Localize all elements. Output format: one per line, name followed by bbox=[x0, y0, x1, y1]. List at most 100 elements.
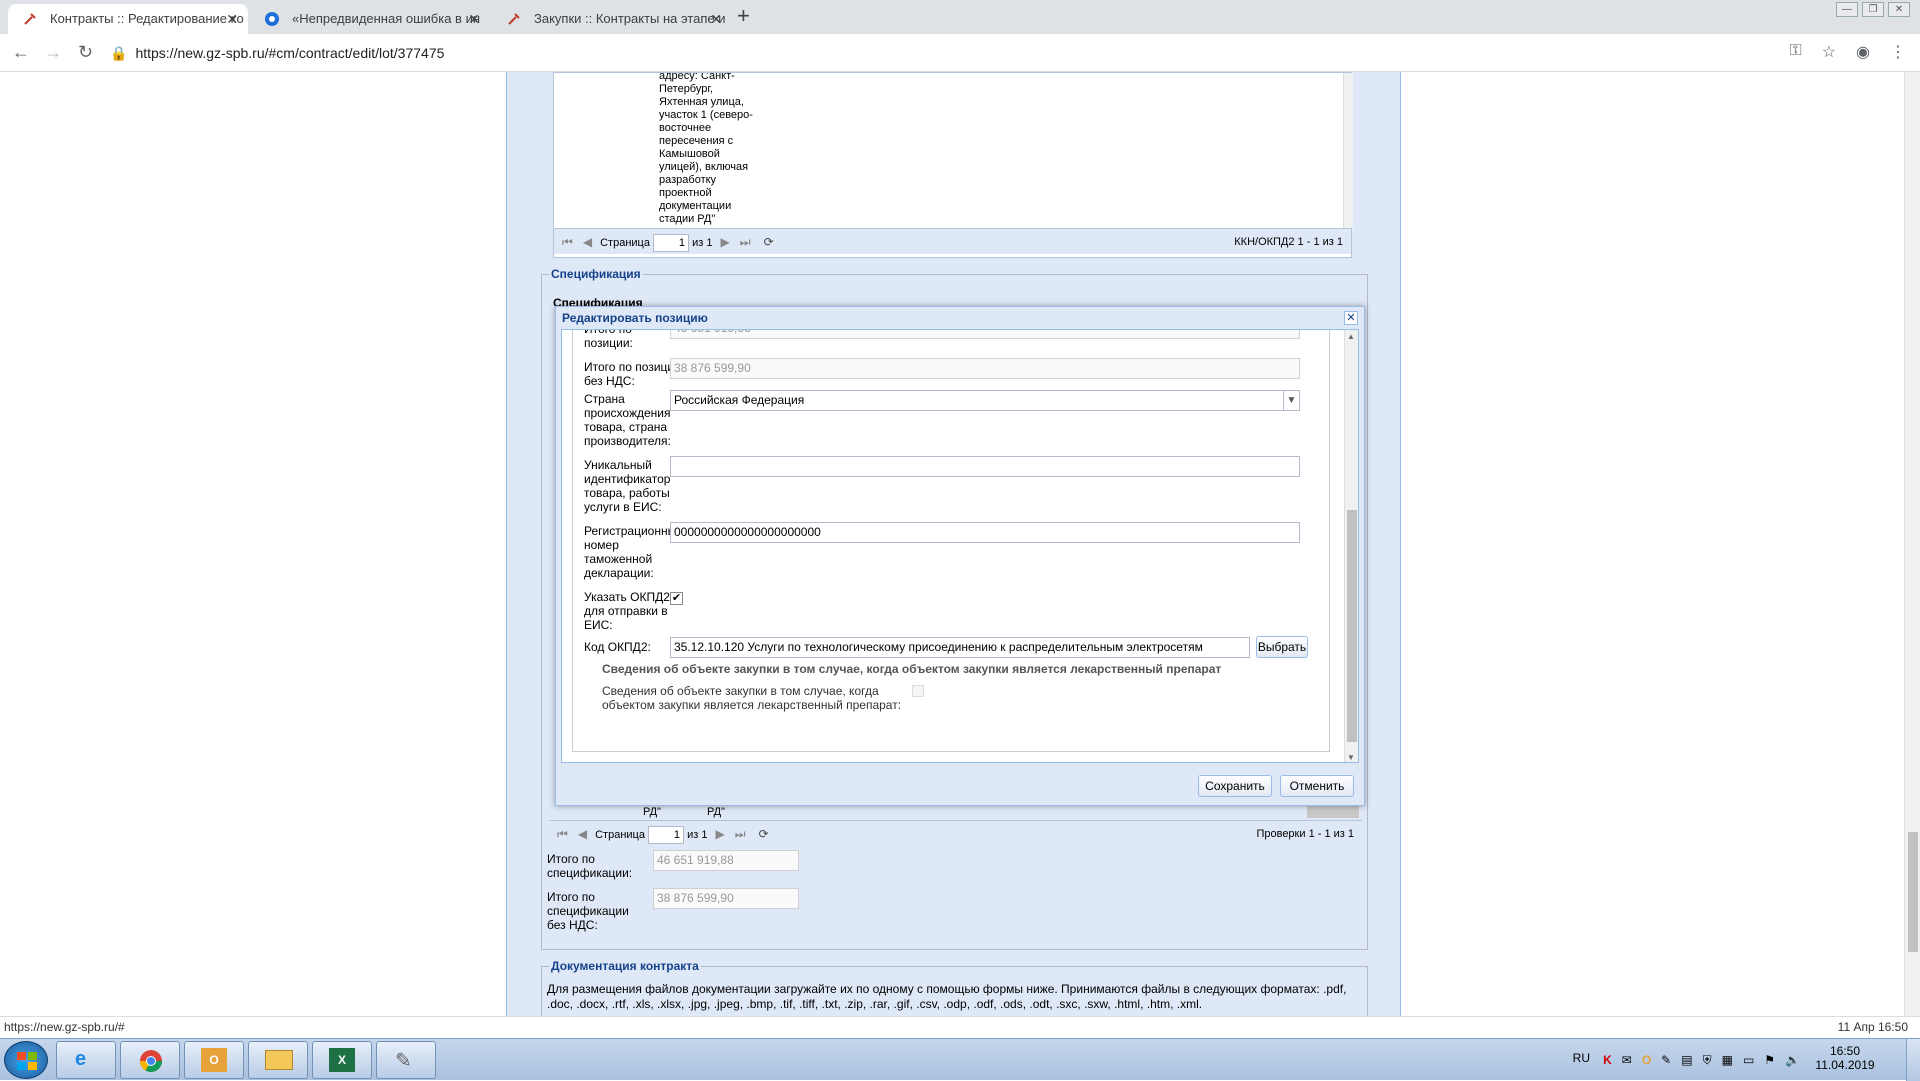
close-icon[interactable]: ✕ bbox=[710, 4, 722, 34]
prev-page-icon[interactable]: ◀ bbox=[578, 821, 587, 847]
show-desktop-button[interactable] bbox=[1906, 1039, 1920, 1081]
last-page-icon[interactable]: ⏭ bbox=[735, 821, 746, 847]
excel-taskbar-button[interactable]: X bbox=[312, 1041, 372, 1079]
country-label: Страна происхождения товара, страна прои… bbox=[584, 392, 671, 448]
last-page-icon[interactable]: ⏭ bbox=[740, 229, 751, 255]
browser-toolbar: ← → ↻ 🔒 https://new.gz-spb.ru/#cm/contrac… bbox=[0, 34, 1920, 72]
start-button[interactable] bbox=[4, 1041, 48, 1079]
globe-icon bbox=[265, 12, 279, 26]
okpd-grid-body: адресу: Санкт- Петербург, Яхтенная улица, у… bbox=[554, 73, 1353, 228]
tool-taskbar-button[interactable]: ✎ bbox=[376, 1041, 436, 1079]
minimize-icon[interactable]: — bbox=[1836, 2, 1858, 17]
cell-text-line: участок 1 (северо- bbox=[659, 109, 753, 121]
uid-input[interactable] bbox=[670, 456, 1300, 477]
tab-unexpected-error[interactable]: «Непредвиденная ошибка в ин ✕ bbox=[250, 4, 490, 34]
pager-summary: Проверки 1 - 1 из 1 bbox=[1256, 828, 1354, 840]
tray-icons: K ✉ O ✎ ▤ ⛨ ▦ ▭ ⚑ 🔈 bbox=[1603, 1053, 1800, 1068]
outlook-tray-icon[interactable]: O bbox=[1642, 1053, 1651, 1068]
account-icon[interactable]: ◉ bbox=[1856, 42, 1870, 62]
chevron-down-icon[interactable]: ▼ bbox=[1283, 391, 1299, 410]
explorer-taskbar-button[interactable] bbox=[248, 1041, 308, 1079]
restore-icon[interactable]: ❐ bbox=[1862, 2, 1884, 17]
total-wo-vat-label: Итого по позиции без НДС: bbox=[584, 360, 681, 388]
spec-total-wo-vat-field: 38 876 599,90 bbox=[653, 888, 799, 909]
cell-text-line: восточнее bbox=[659, 122, 712, 134]
first-page-icon[interactable]: ⏮ bbox=[557, 821, 568, 847]
scroll-down-icon[interactable]: ▼ bbox=[1347, 753, 1355, 762]
refresh-icon[interactable]: ⟳ bbox=[759, 821, 769, 847]
volume-icon[interactable]: 🔈 bbox=[1785, 1053, 1800, 1068]
customs-input[interactable]: 0000000000000000000000 bbox=[670, 522, 1300, 543]
excel-icon: X bbox=[329, 1048, 355, 1072]
tab-title: Закупки :: Контракты на этапе и bbox=[534, 11, 726, 26]
behind-cell: РД" bbox=[707, 806, 725, 818]
pager-label: Страница bbox=[595, 829, 645, 841]
country-value: Российская Федерация bbox=[674, 393, 805, 407]
scroll-thumb[interactable] bbox=[1347, 510, 1357, 742]
tools-icon: ✎ bbox=[395, 1050, 412, 1072]
close-window-icon[interactable]: ✕ bbox=[1888, 2, 1910, 17]
edit-position-dialog: Редактировать позицию ✕ Итого по позиции… bbox=[555, 306, 1365, 806]
printer-icon[interactable]: ▤ bbox=[1681, 1053, 1692, 1068]
pen-icon[interactable]: ✎ bbox=[1661, 1053, 1671, 1068]
okpd-input[interactable]: 35.12.10.120 Услуги по технологическому … bbox=[670, 637, 1250, 658]
page-input[interactable] bbox=[648, 826, 685, 845]
chrome-taskbar-button[interactable] bbox=[120, 1041, 180, 1079]
okpd-flag-checkbox[interactable]: ✔ bbox=[670, 592, 683, 605]
dialog-body: Итого по позиции: 46 651 919,88 Итого по… bbox=[561, 329, 1359, 763]
choose-button[interactable]: Выбрать bbox=[1256, 636, 1308, 658]
drug-section-title: Сведения об объекте закупки в том случае… bbox=[602, 662, 1222, 676]
close-icon[interactable]: ✕ bbox=[468, 4, 480, 34]
save-button[interactable]: Сохранить bbox=[1198, 775, 1272, 797]
refresh-icon[interactable]: ⟳ bbox=[764, 229, 774, 255]
network-icon[interactable]: ▦ bbox=[1722, 1053, 1733, 1068]
tab-purchases[interactable]: Закупки :: Контракты на этапе и ✕ bbox=[492, 4, 732, 34]
status-url: https://new.gz-spb.ru/# bbox=[4, 1020, 125, 1034]
grid-scrollbar[interactable] bbox=[1343, 73, 1353, 228]
cancel-button[interactable]: Отменить bbox=[1280, 775, 1354, 797]
close-icon[interactable]: ✕ bbox=[1344, 311, 1358, 325]
close-icon[interactable]: ✕ bbox=[226, 4, 238, 34]
address-bar[interactable]: 🔒 https://new.gz-spb.ru/#cm/contract/edit… bbox=[110, 40, 1830, 66]
flag-icon[interactable]: ⚑ bbox=[1764, 1053, 1775, 1068]
back-icon[interactable]: ← bbox=[12, 42, 30, 63]
menu-icon[interactable]: ⋮ bbox=[1890, 42, 1906, 62]
outlook-taskbar-button[interactable]: O bbox=[184, 1041, 244, 1079]
okpd-pager: ⏮ ◀ Страница из 1 ▶ ⏭ ⟳ ККН/ОКПД2 1 - 1 из… bbox=[554, 228, 1351, 254]
page-input[interactable] bbox=[653, 234, 690, 253]
reload-icon[interactable]: ↻ bbox=[78, 42, 93, 63]
clock-time: 16:50 bbox=[1829, 1044, 1861, 1058]
cell-text-line: Камышовой bbox=[659, 148, 720, 160]
mail-icon[interactable]: ✉ bbox=[1622, 1053, 1632, 1068]
folder-icon bbox=[265, 1050, 293, 1070]
kaspersky-icon[interactable]: K bbox=[1603, 1053, 1612, 1068]
page-scrollbar[interactable] bbox=[1904, 72, 1920, 1016]
cell-text-line: разработку bbox=[659, 174, 717, 186]
tab-contracts-edit[interactable]: Контракты :: Редактирование ко ✕ bbox=[8, 4, 248, 34]
scroll-up-icon[interactable]: ▲ bbox=[1347, 332, 1355, 341]
tools-icon bbox=[24, 13, 36, 25]
cell-text-line: стадии РД" bbox=[659, 213, 716, 225]
next-page-icon[interactable]: ▶ bbox=[716, 821, 725, 847]
new-tab-button[interactable]: + bbox=[737, 3, 750, 29]
ie-taskbar-button[interactable]: e bbox=[56, 1041, 116, 1079]
tab-title: «Непредвиденная ошибка в ин bbox=[292, 11, 481, 26]
scroll-thumb[interactable] bbox=[1908, 832, 1918, 952]
drug-checkbox[interactable] bbox=[912, 685, 924, 697]
star-icon[interactable]: ☆ bbox=[1822, 42, 1836, 62]
first-page-icon[interactable]: ⏮ bbox=[562, 229, 573, 255]
monitor-icon[interactable]: ▭ bbox=[1743, 1053, 1754, 1068]
customs-label: Регистрационный номер таможенной деклара… bbox=[584, 524, 683, 580]
prev-page-icon[interactable]: ◀ bbox=[583, 229, 592, 255]
key-icon[interactable]: ⚿ bbox=[1790, 42, 1802, 62]
shield-icon[interactable]: ⛨ bbox=[1703, 1053, 1712, 1068]
dialog-scrollbar[interactable]: ▲ ▼ bbox=[1344, 330, 1358, 762]
country-select[interactable]: Российская Федерация ▼ bbox=[670, 390, 1300, 411]
forward-icon[interactable]: → bbox=[44, 42, 62, 63]
tab-title: Контракты :: Редактирование ко bbox=[50, 11, 244, 26]
clock[interactable]: 16:50 11.04.2019 bbox=[1810, 1044, 1880, 1072]
language-indicator[interactable]: RU bbox=[1573, 1051, 1590, 1065]
next-page-icon[interactable]: ▶ bbox=[721, 229, 730, 255]
drug-checkbox-label: Сведения об объекте закупки в том случае… bbox=[602, 684, 902, 712]
pager-label: Страница bbox=[600, 237, 650, 249]
